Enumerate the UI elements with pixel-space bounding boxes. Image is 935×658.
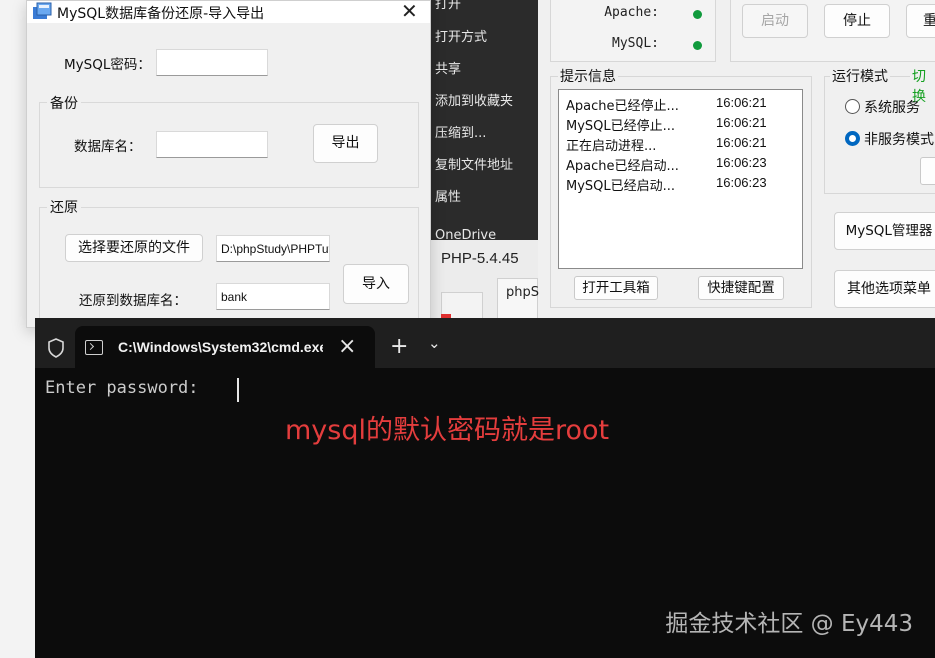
tab-title: C:\Windows\System32\cmd.exe: [118, 339, 323, 355]
menu-item-compress[interactable]: 压缩到...: [435, 122, 486, 141]
menu-item-properties[interactable]: 属性: [435, 186, 461, 205]
shield-icon: [48, 338, 64, 358]
php-version-label: PHP-5.4.45: [441, 250, 519, 267]
open-toolbox-button[interactable]: 打开工具箱: [574, 276, 658, 300]
hint-time: 16:06:21: [716, 135, 767, 150]
dialog-titlebar: MySQL数据库备份还原-导入导出 ✕: [27, 1, 430, 23]
export-button[interactable]: 导出: [313, 124, 378, 163]
password-prompt: Enter password:: [45, 378, 199, 398]
hotkey-config-button[interactable]: 快捷键配置: [698, 276, 784, 300]
list-item: Apache已经启动... 16:06:23: [566, 152, 802, 174]
hint-time: 16:06:23: [716, 175, 767, 190]
mysql-backup-dialog: MySQL数据库备份还原-导入导出 ✕ MySQL密码： 备份 数据库名： 导出…: [26, 0, 431, 331]
start-button[interactable]: 启动: [742, 4, 808, 38]
hint-time: 16:06:21: [716, 95, 767, 110]
terminal-tab[interactable]: C:\Windows\System32\cmd.exe ×: [75, 326, 375, 368]
context-menu: 打开 打开方式 共享 添加到收藏夹 压缩到... 复制文件地址 属性 OneDr…: [431, 0, 538, 243]
list-item: MySQL已经启动... 16:06:23: [566, 172, 802, 194]
service-row-apache: Apache:: [551, 5, 717, 25]
phpstudy-tab[interactable]: phpS: [497, 278, 539, 318]
hint-group-label: 提示信息: [558, 66, 618, 86]
annotation-text: mysql的默认密码就是root: [285, 415, 610, 446]
restart-button[interactable]: 重: [906, 4, 935, 38]
text-cursor: [237, 378, 239, 402]
radio-system-service[interactable]: [845, 99, 860, 114]
new-tab-icon[interactable]: +: [390, 334, 408, 359]
db-name-field[interactable]: [156, 131, 268, 158]
password-field[interactable]: [156, 49, 268, 76]
menu-item-add-favorite[interactable]: 添加到收藏夹: [435, 90, 513, 109]
backup-group-label: 备份: [47, 93, 81, 113]
apply-mode-button[interactable]: [920, 157, 935, 185]
menu-item-open-with[interactable]: 打开方式: [435, 26, 487, 45]
list-item: MySQL已经停止... 16:06:21: [566, 112, 802, 134]
app-icon: [33, 2, 52, 19]
mysql-manager-button[interactable]: MySQL管理器: [834, 212, 935, 250]
menu-item-copy-path[interactable]: 复制文件地址: [435, 154, 513, 173]
phpstudy-panel: Apache: MySQL: 启动 停止 重 提示信息 Apache已经停止..…: [538, 0, 935, 318]
other-options-button[interactable]: 其他选项菜单: [834, 270, 935, 308]
radio-label-non-service: 非服务模式: [864, 132, 934, 148]
choose-file-button[interactable]: 选择要还原的文件: [65, 234, 203, 262]
close-icon[interactable]: ×: [338, 334, 356, 359]
status-dot: [693, 41, 702, 50]
close-icon[interactable]: ✕: [401, 1, 418, 21]
restore-group-label: 还原: [47, 197, 81, 217]
php-version-panel: PHP-5.4.45 phpS: [431, 240, 539, 318]
file-path-field[interactable]: D:\phpStudy\PHPTutorial: [216, 235, 330, 262]
hint-message: MySQL已经启动...: [566, 179, 676, 194]
watermark: 掘金技术社区 @ Ey443: [665, 611, 913, 637]
menu-item-share[interactable]: 共享: [435, 58, 461, 77]
service-status-box: Apache: MySQL:: [550, 0, 716, 62]
hint-list[interactable]: Apache已经停止... 16:06:21 MySQL已经停止... 16:0…: [558, 89, 803, 269]
status-dot: [693, 10, 702, 19]
list-item: Apache已经停止... 16:06:21: [566, 92, 802, 114]
cmd-icon: [85, 340, 103, 355]
menu-item-open[interactable]: 打开: [435, 0, 461, 12]
service-name: Apache:: [604, 5, 659, 20]
stop-button[interactable]: 停止: [824, 4, 890, 38]
restore-db-field[interactable]: bank: [216, 283, 330, 310]
hint-time: 16:06:23: [716, 155, 767, 170]
db-name-label: 数据库名：: [74, 139, 142, 155]
run-mode-label: 运行模式: [830, 66, 890, 86]
password-label: MySQL密码：: [64, 57, 151, 73]
import-button[interactable]: 导入: [343, 264, 409, 304]
radio-non-service[interactable]: [845, 131, 860, 146]
radio-label-system-service: 系统服务: [864, 100, 920, 116]
dialog-title: MySQL数据库备份还原-导入导出: [57, 6, 265, 22]
terminal-tabbar: C:\Windows\System32\cmd.exe × + ⌄: [35, 318, 935, 368]
restore-db-label: 还原到数据库名：: [79, 293, 187, 309]
hint-time: 16:06:21: [716, 115, 767, 130]
service-name: MySQL:: [612, 36, 659, 51]
chevron-down-icon[interactable]: ⌄: [428, 334, 441, 352]
service-row-mysql: MySQL:: [551, 36, 717, 56]
terminal-window: C:\Windows\System32\cmd.exe × + ⌄ Enter …: [35, 318, 935, 658]
list-item: 正在启动进程... 16:06:21: [566, 132, 802, 154]
